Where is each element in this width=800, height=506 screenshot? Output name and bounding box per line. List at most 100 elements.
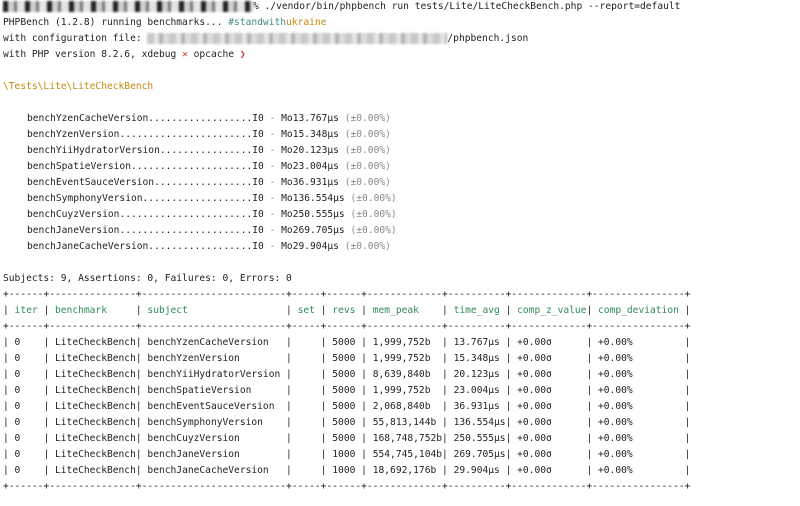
column-separator: |: [684, 305, 691, 316]
benchmark-label: benchSymphonyVersion...................: [27, 193, 253, 204]
benchmark-mode: Mo23.004μs: [281, 161, 339, 172]
table-header-cell: benchmark: [49, 305, 136, 316]
benchmark-mode: Mo29.904μs: [281, 241, 339, 252]
table-cell: benchYiiHydratorVersion: [141, 369, 287, 380]
table-header-cell: time_avg: [447, 305, 506, 316]
benchmark-deviation: (±0.00%): [338, 145, 391, 156]
table-cell: [292, 465, 321, 476]
table-row: | 0 | LiteCheckBench| benchYiiHydratorVe…: [3, 367, 690, 383]
benchmark-result: benchSpatieVersion.....................I…: [27, 159, 391, 175]
benchmark-dash: -: [263, 113, 282, 124]
benchmark-result: benchCuyzVersion.......................I…: [27, 207, 397, 223]
benchmark-dash: -: [263, 241, 282, 252]
table-cell: +0.00σ: [511, 337, 587, 348]
table-cell: benchCuyzVersion: [141, 433, 287, 444]
benchmark-iter: I0: [252, 209, 264, 220]
table-cell: LiteCheckBench: [49, 417, 136, 428]
table-cell: 15.348μs: [447, 353, 506, 364]
redacted-prompt: [3, 0, 253, 12]
table-cell: +0.00σ: [511, 433, 587, 444]
standwith-tag: #standwith: [228, 17, 287, 28]
config-file-line: with configuration file: /phpbench.json: [3, 32, 529, 44]
table-cell: 5000: [326, 385, 362, 396]
table-cell: +0.00σ: [511, 449, 587, 460]
summary-line: Subjects: 9, Assertions: 0, Failures: 0,…: [3, 273, 292, 284]
benchmark-label: benchEventSauceVersion.................: [27, 177, 253, 188]
table-cell: 0: [8, 369, 44, 380]
benchmark-deviation: (±0.00%): [338, 161, 391, 172]
table-header-row: | iter | benchmark | subject | set | rev…: [3, 303, 690, 319]
table-cell: +0.00%: [592, 433, 685, 444]
table-row: | 0 | LiteCheckBench| benchJaneCacheVers…: [3, 463, 690, 479]
table-cell: 29.904μs: [447, 465, 506, 476]
benchmark-label: benchYzenCacheVersion..................: [27, 113, 253, 124]
table-cell: +0.00%: [592, 385, 685, 396]
table-cell: [292, 385, 321, 396]
table-cell: [292, 433, 321, 444]
table-cell: LiteCheckBench: [49, 433, 136, 444]
benchmark-mode: Mo136.554μs: [281, 193, 345, 204]
table-cell: [292, 369, 321, 380]
table-border: +------+---------------+----------------…: [3, 321, 691, 332]
table-cell: +0.00%: [592, 353, 685, 364]
benchmark-iter: I0: [252, 177, 264, 188]
table-cell: 1,999,752b: [366, 353, 443, 364]
benchmark-mode: Mo250.555μs: [281, 209, 345, 220]
table-cell: 36.931μs: [447, 401, 506, 412]
table-cell: LiteCheckBench: [49, 369, 136, 380]
ukraine-tag: ukraine: [286, 17, 327, 28]
table-cell: [292, 353, 321, 364]
table-header-cell: comp_deviation: [592, 305, 685, 316]
table-cell: 20.123μs: [447, 369, 506, 380]
table-cell: [292, 449, 321, 460]
benchmark-label: benchSpatieVersion.....................: [27, 161, 253, 172]
column-separator: |: [684, 353, 691, 364]
benchmark-mode: Mo20.123μs: [281, 145, 339, 156]
benchmark-dash: -: [263, 129, 282, 140]
benchmark-dash: -: [263, 161, 282, 172]
benchmark-label: benchCuyzVersion.......................: [27, 209, 253, 220]
table-cell: +0.00%: [592, 465, 685, 476]
benchmark-iter: I0: [252, 161, 264, 172]
benchmark-dash: -: [263, 177, 282, 188]
table-header-cell: comp_z_value: [511, 305, 587, 316]
table-cell: 0: [8, 433, 44, 444]
table-cell: benchSymphonyVersion: [141, 417, 287, 428]
table-header-cell: iter: [8, 305, 44, 316]
benchmark-iter: I0: [252, 145, 264, 156]
table-cell: 136.554μs: [447, 417, 506, 428]
benchmark-iter: I0: [252, 241, 264, 252]
table-cell: LiteCheckBench: [49, 353, 136, 364]
phpbench-running: PHPBench (1.2.8) running benchmarks... #…: [3, 17, 327, 28]
table-header-cell: revs: [326, 305, 362, 316]
benchmark-dash: -: [263, 145, 282, 156]
table-cell: benchJaneVersion: [141, 449, 287, 460]
opcache-chevron-icon: ❯: [239, 49, 246, 60]
benchmark-result: benchYzenCacheVersion..................I…: [27, 111, 391, 127]
column-separator: |: [684, 465, 691, 476]
table-cell: +0.00%: [592, 337, 685, 348]
table-cell: +0.00σ: [511, 385, 587, 396]
table-cell: 0: [8, 401, 44, 412]
table-cell: benchSpatieVersion: [141, 385, 287, 396]
table-cell: 0: [8, 417, 44, 428]
column-separator: |: [684, 337, 691, 348]
table-row: | 0 | LiteCheckBench| benchCuyzVersion |…: [3, 431, 690, 447]
table-cell: 168,748,752b: [366, 433, 443, 444]
table-cell: +0.00%: [592, 449, 685, 460]
benchmark-mode: Mo15.348μs: [281, 129, 339, 140]
benchmark-label: benchJaneVersion.......................: [27, 225, 253, 236]
table-cell: benchYzenCacheVersion: [141, 337, 287, 348]
table-cell: +0.00σ: [511, 465, 587, 476]
table-cell: 5000: [326, 417, 362, 428]
column-separator: |: [684, 449, 691, 460]
table-cell: LiteCheckBench: [49, 465, 136, 476]
table-cell: +0.00%: [592, 401, 685, 412]
table-cell: 2,068,840b: [366, 401, 443, 412]
table-row: | 0 | LiteCheckBench| benchYzenVersion |…: [3, 351, 690, 367]
table-cell: 0: [8, 449, 44, 460]
table-cell: 5000: [326, 369, 362, 380]
table-cell: 0: [8, 337, 44, 348]
table-border: +------+---------------+----------------…: [3, 481, 691, 492]
redacted-path: [147, 32, 448, 44]
